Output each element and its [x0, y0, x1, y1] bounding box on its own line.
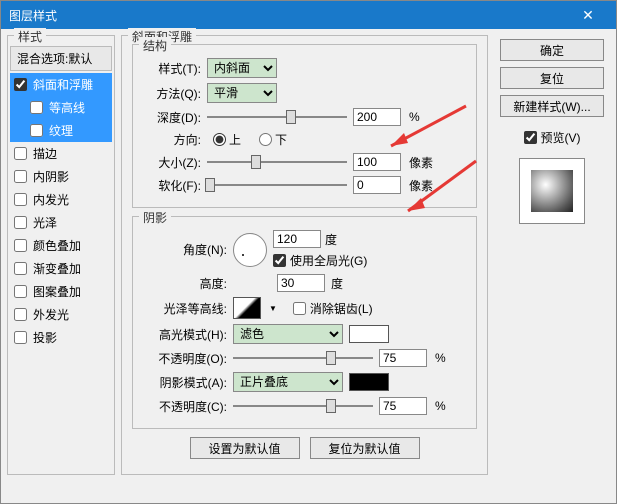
style-item-2[interactable]: 纹理	[10, 119, 112, 142]
style-label-1: 等高线	[49, 99, 85, 116]
close-icon[interactable]: ✕	[568, 1, 608, 29]
styles-legend: 样式	[14, 28, 46, 45]
shadow-opacity-unit: %	[435, 399, 446, 413]
style-item-7[interactable]: 颜色叠加	[10, 234, 112, 257]
style-item-5[interactable]: 内发光	[10, 188, 112, 211]
depth-label: 深度(D):	[141, 109, 201, 126]
shadow-opacity-input[interactable]	[379, 397, 427, 415]
style-label-2: 纹理	[49, 122, 73, 139]
highlight-opacity-unit: %	[435, 351, 446, 365]
soften-slider[interactable]	[207, 176, 347, 194]
style-label-8: 渐变叠加	[33, 260, 81, 277]
altitude-label: 高度:	[141, 275, 227, 292]
style-checkbox-3[interactable]	[14, 147, 27, 160]
depth-slider[interactable]	[207, 108, 347, 126]
chevron-down-icon[interactable]: ▼	[269, 304, 277, 313]
style-label-5: 内发光	[33, 191, 69, 208]
style-item-3[interactable]: 描边	[10, 142, 112, 165]
soften-unit: 像素	[409, 177, 433, 194]
highlight-mode-label: 高光模式(H):	[141, 326, 227, 343]
style-checkbox-5[interactable]	[14, 193, 27, 206]
style-item-0[interactable]: 斜面和浮雕	[10, 73, 112, 96]
style-label: 样式(T):	[141, 60, 201, 77]
style-checkbox-0[interactable]	[14, 78, 27, 91]
antialias-checkbox[interactable]: 消除锯齿(L)	[293, 300, 373, 317]
style-item-10[interactable]: 外发光	[10, 303, 112, 326]
style-item-6[interactable]: 光泽	[10, 211, 112, 234]
technique-label: 方法(Q):	[141, 85, 201, 102]
style-label-7: 颜色叠加	[33, 237, 81, 254]
style-item-1[interactable]: 等高线	[10, 96, 112, 119]
style-checkbox-9[interactable]	[14, 285, 27, 298]
soften-label: 软化(F):	[141, 177, 201, 194]
style-checkbox-11[interactable]	[14, 331, 27, 344]
preview-thumbnail	[519, 158, 585, 224]
altitude-input[interactable]	[277, 274, 325, 292]
shadow-mode-label: 阴影模式(A):	[141, 374, 227, 391]
dialog-title: 图层样式	[9, 7, 57, 24]
style-label-0: 斜面和浮雕	[33, 76, 93, 93]
size-label: 大小(Z):	[141, 154, 201, 171]
style-label-11: 投影	[33, 329, 57, 346]
make-default-button[interactable]: 设置为默认值	[190, 437, 300, 459]
reset-default-button[interactable]: 复位为默认值	[310, 437, 420, 459]
size-input[interactable]	[353, 153, 401, 171]
depth-unit: %	[409, 110, 420, 124]
highlight-opacity-input[interactable]	[379, 349, 427, 367]
style-checkbox-8[interactable]	[14, 262, 27, 275]
soften-input[interactable]	[353, 176, 401, 194]
cancel-button[interactable]: 复位	[500, 67, 604, 89]
gloss-label: 光泽等高线:	[141, 300, 227, 317]
blend-options-header[interactable]: 混合选项:默认	[10, 46, 112, 71]
angle-label: 角度(N):	[141, 241, 227, 258]
gloss-contour-swatch[interactable]	[233, 297, 261, 319]
title-bar: 图层样式 ✕	[1, 1, 616, 29]
shadow-mode-select[interactable]: 正片叠底	[233, 372, 343, 392]
style-checkbox-6[interactable]	[14, 216, 27, 229]
new-style-button[interactable]: 新建样式(W)...	[500, 95, 604, 117]
preview-checkbox[interactable]: 预览(V)	[524, 129, 581, 146]
technique-select[interactable]: 平滑	[207, 83, 277, 103]
highlight-opacity-label: 不透明度(O):	[141, 350, 227, 367]
highlight-opacity-slider[interactable]	[233, 349, 373, 367]
style-item-11[interactable]: 投影	[10, 326, 112, 349]
style-label-6: 光泽	[33, 214, 57, 231]
highlight-mode-select[interactable]: 滤色	[233, 324, 343, 344]
depth-input[interactable]	[353, 108, 401, 126]
style-checkbox-7[interactable]	[14, 239, 27, 252]
angle-dial[interactable]	[233, 233, 267, 267]
global-light-checkbox[interactable]: 使用全局光(G)	[273, 252, 367, 269]
style-checkbox-10[interactable]	[14, 308, 27, 321]
angle-unit: 度	[325, 231, 337, 248]
direction-down-radio[interactable]: 下	[259, 131, 287, 148]
highlight-color-swatch[interactable]	[349, 325, 389, 343]
size-slider[interactable]	[207, 153, 347, 171]
style-label-4: 内阴影	[33, 168, 69, 185]
direction-label: 方向:	[141, 131, 201, 148]
style-label-3: 描边	[33, 145, 57, 162]
shadow-opacity-label: 不透明度(C):	[141, 398, 227, 415]
style-label-10: 外发光	[33, 306, 69, 323]
size-unit: 像素	[409, 154, 433, 171]
style-label-9: 图案叠加	[33, 283, 81, 300]
style-item-4[interactable]: 内阴影	[10, 165, 112, 188]
shadow-opacity-slider[interactable]	[233, 397, 373, 415]
style-checkbox-1[interactable]	[30, 101, 43, 114]
style-checkbox-2[interactable]	[30, 124, 43, 137]
angle-input[interactable]	[273, 230, 321, 248]
shadow-color-swatch[interactable]	[349, 373, 389, 391]
altitude-unit: 度	[331, 275, 343, 292]
shading-legend: 阴影	[139, 209, 171, 226]
style-checkbox-4[interactable]	[14, 170, 27, 183]
style-select[interactable]: 内斜面	[207, 58, 277, 78]
structure-legend: 结构	[139, 37, 171, 54]
style-item-9[interactable]: 图案叠加	[10, 280, 112, 303]
ok-button[interactable]: 确定	[500, 39, 604, 61]
direction-up-radio[interactable]: 上	[213, 131, 241, 148]
style-item-8[interactable]: 渐变叠加	[10, 257, 112, 280]
